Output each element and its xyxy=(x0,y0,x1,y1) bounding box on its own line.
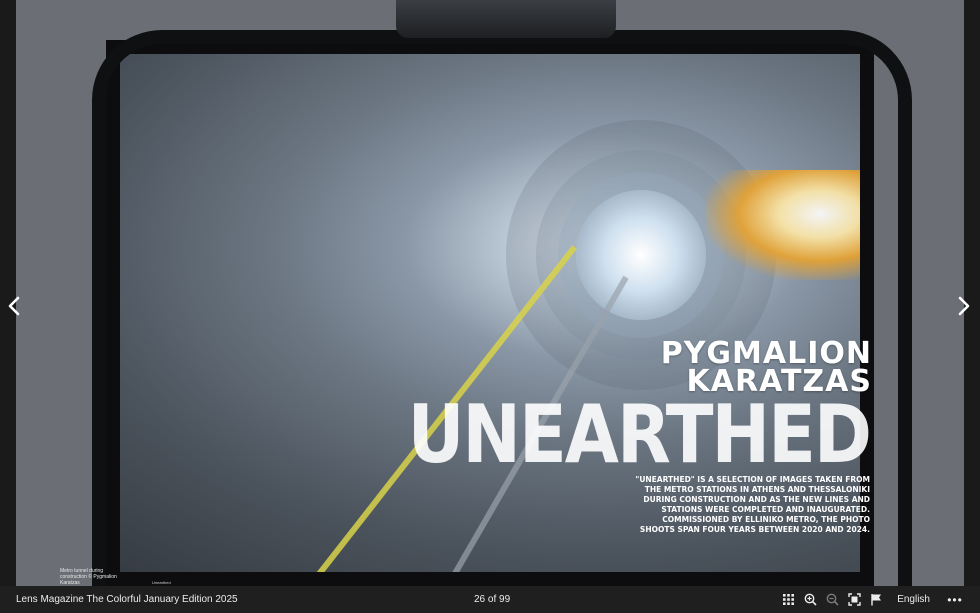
train-ceiling-unit xyxy=(396,0,616,38)
thumbnails-button[interactable] xyxy=(777,586,799,613)
report-button[interactable] xyxy=(865,586,887,613)
chevron-left-icon xyxy=(8,296,20,316)
small-note: Unearthed xyxy=(152,580,171,585)
article-title: UNEARTHED xyxy=(407,387,872,482)
page-indicator: 26 of 99 xyxy=(474,594,511,605)
document-title: Lens Magazine The Colorful January Editi… xyxy=(16,594,238,605)
fullscreen-button[interactable] xyxy=(843,586,865,613)
zoom-in-button[interactable] xyxy=(799,586,821,613)
article-intro: "UNEARTHED" IS A SELECTION OF IMAGES TAK… xyxy=(635,475,870,534)
zoom-out-button[interactable] xyxy=(821,586,843,613)
fullscreen-icon xyxy=(847,593,861,606)
chevron-right-icon xyxy=(958,296,970,316)
more-options-button[interactable]: ••• xyxy=(944,593,966,607)
grid-icon xyxy=(782,594,794,605)
viewer-toolbar: Lens Magazine The Colorful January Editi… xyxy=(0,586,980,613)
toolbar-actions: English ••• xyxy=(777,586,980,613)
previous-page-button[interactable] xyxy=(6,293,22,319)
photo-caption: Metro tunnel during construction © Pygma… xyxy=(60,568,117,586)
zoom-in-icon xyxy=(804,593,817,606)
next-page-button[interactable] xyxy=(956,293,972,319)
zoom-out-icon xyxy=(826,593,839,606)
flag-icon xyxy=(870,594,881,606)
language-selector[interactable]: English xyxy=(897,594,930,605)
